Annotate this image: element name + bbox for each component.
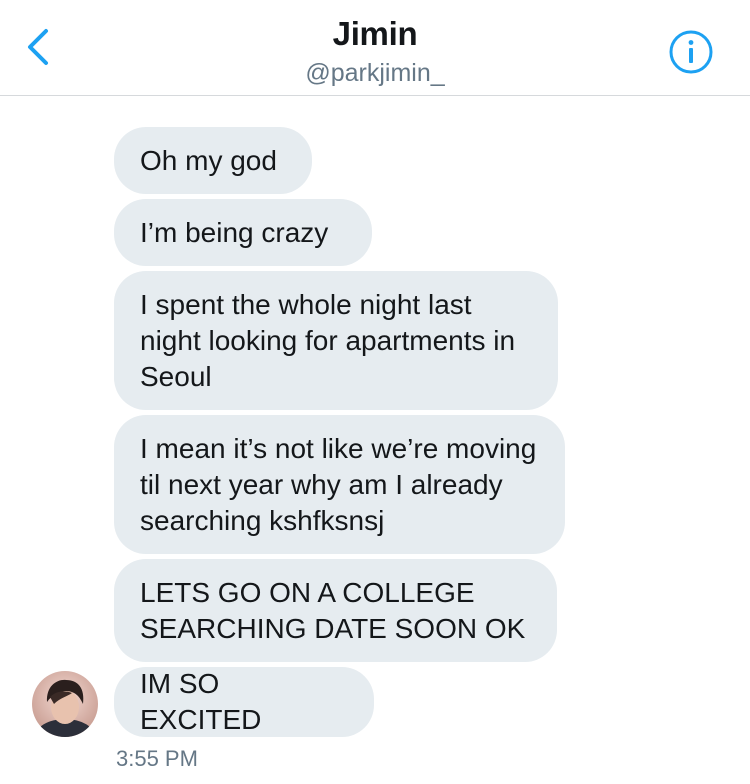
conversation-title-block[interactable]: Jimin @parkjimin_ [0, 12, 750, 88]
avatar[interactable] [32, 671, 98, 737]
message-bubble[interactable]: I mean it’s not like we’re moving til ne… [114, 415, 565, 554]
info-button[interactable] [668, 29, 714, 75]
message-bubble[interactable]: LETS GO ON A COLLEGE SEARCHING DATE SOON… [114, 559, 557, 662]
message-text: IM SO EXCITED [140, 668, 262, 735]
message-text: I spent the whole night last night looki… [140, 288, 516, 392]
message-bubble[interactable]: Oh my god [114, 127, 312, 194]
message-text: LETS GO ON A COLLEGE SEARCHING DATE SOON… [140, 576, 526, 644]
message-bubble[interactable]: I’m being crazy [114, 199, 372, 266]
message-bubble[interactable]: I spent the whole night last night looki… [114, 271, 558, 410]
message-text: Oh my god [140, 144, 277, 176]
message-text: I mean it’s not like we’re moving til ne… [140, 432, 537, 536]
contact-name: Jimin [332, 15, 418, 52]
profile-photo-icon [32, 671, 98, 737]
message-text: I’m being crazy [140, 216, 329, 248]
message-bubble[interactable]: IM SO EXCITED [114, 667, 374, 737]
conversation-header: Jimin @parkjimin_ [0, 0, 750, 96]
info-circle-icon [669, 30, 713, 74]
contact-handle: @parkjimin_ [305, 59, 445, 87]
message-timestamp: 3:55 PM [116, 746, 198, 771]
